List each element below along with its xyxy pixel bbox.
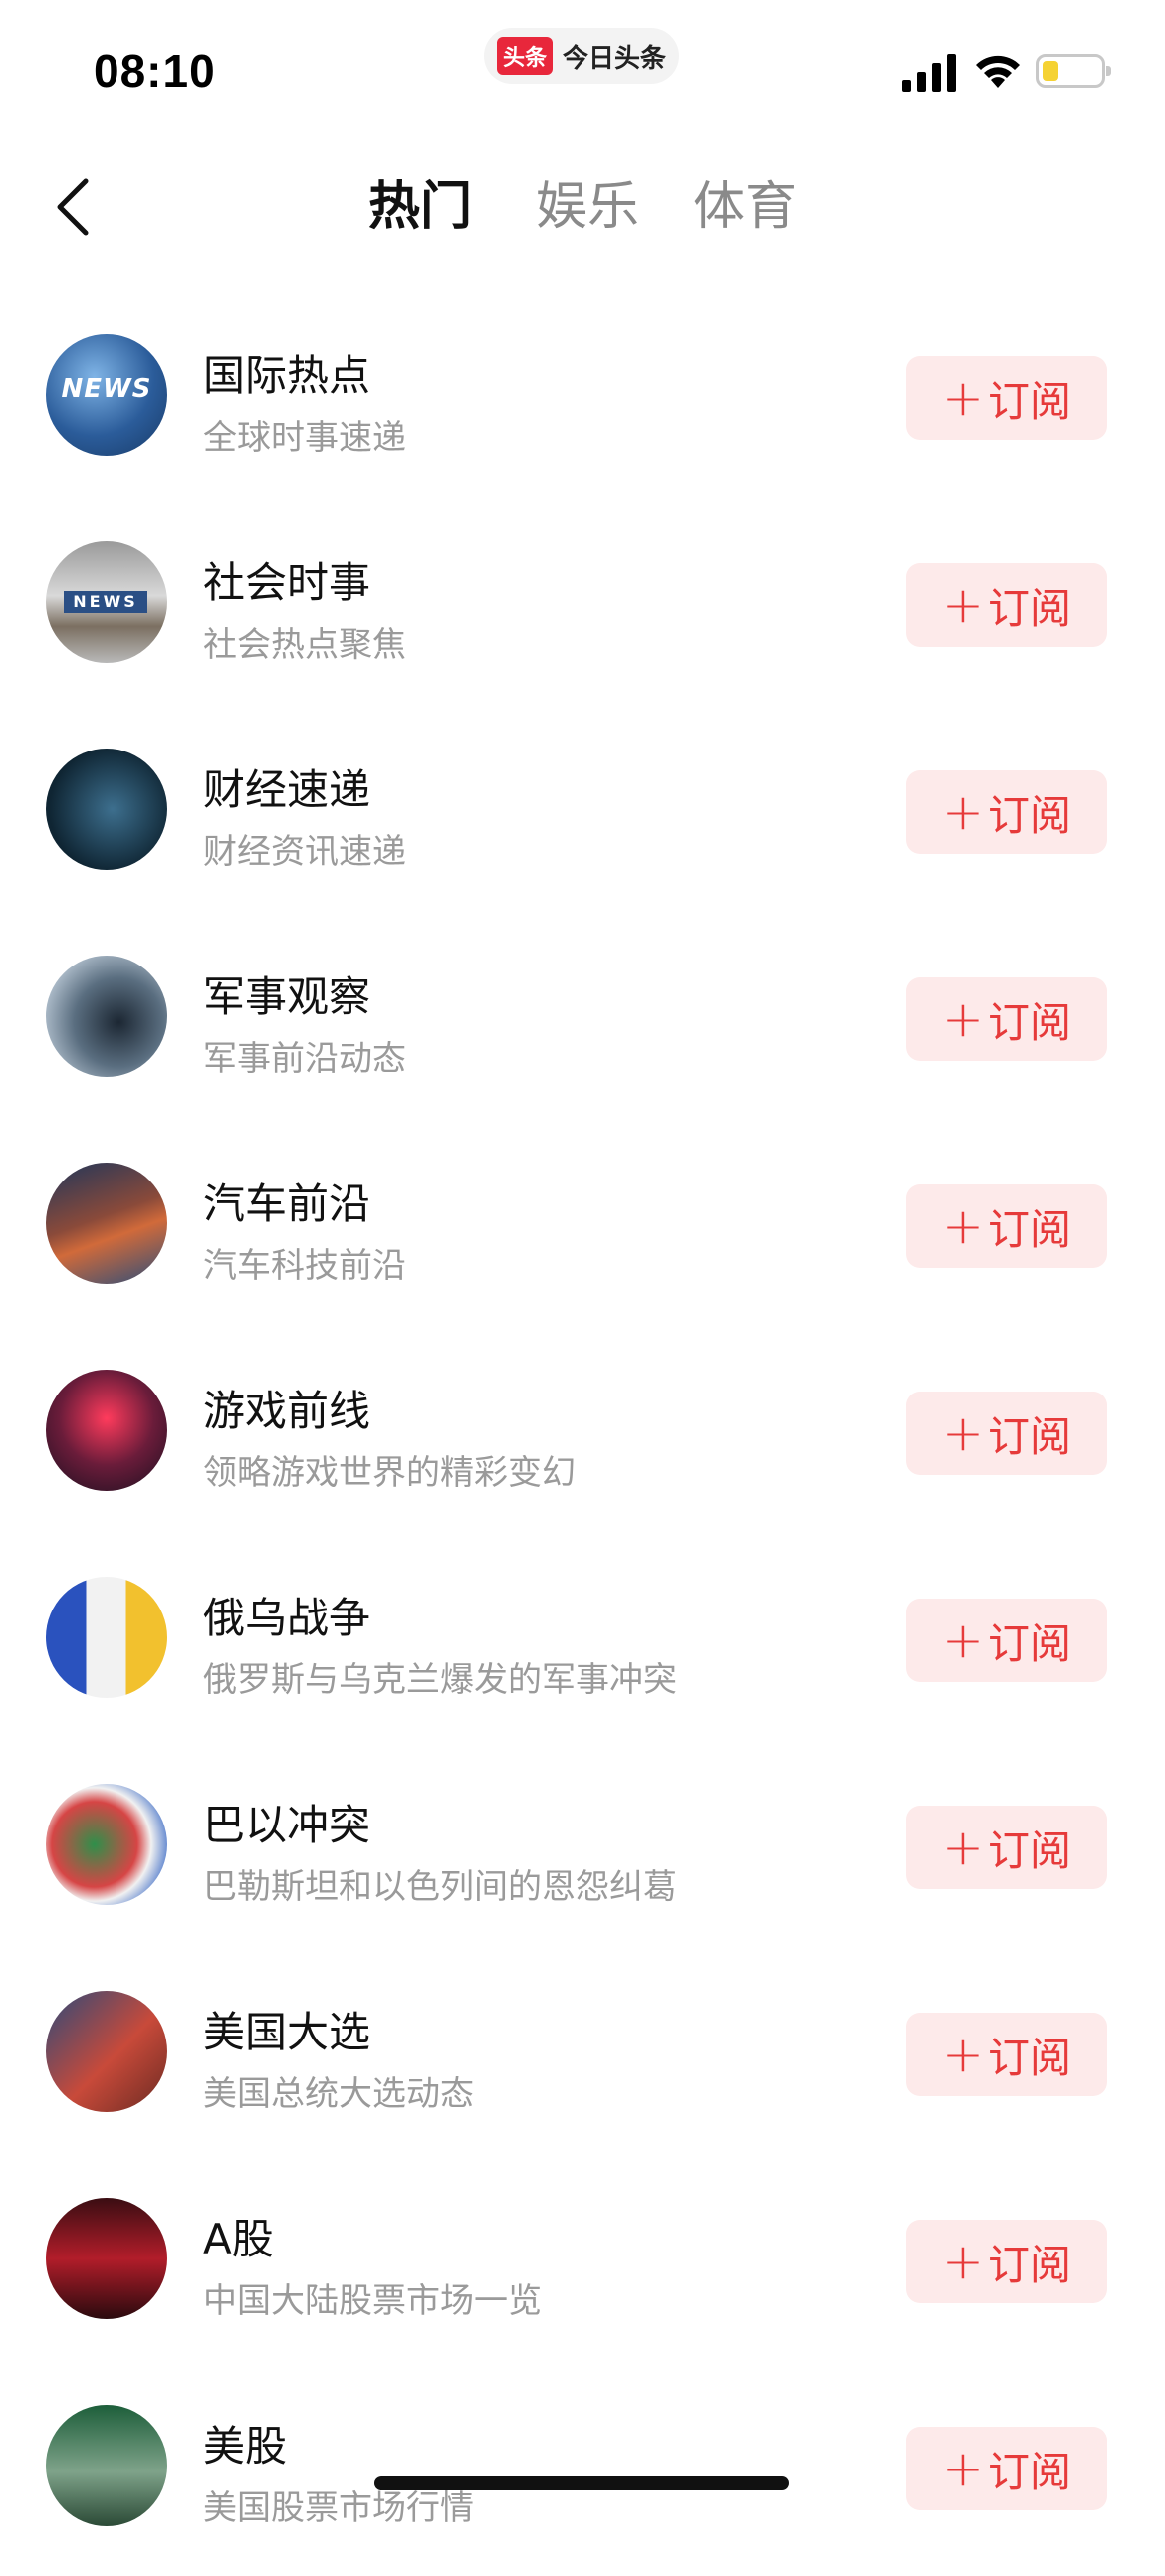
app-logo: 头条 <box>496 37 553 75</box>
plus-icon: + <box>942 369 984 427</box>
plus-icon: + <box>942 990 984 1048</box>
subscribe-label: 订阅 <box>987 583 1071 633</box>
subscribe-button[interactable]: + 订阅 <box>906 356 1107 440</box>
subscribe-button[interactable]: + 订阅 <box>906 1599 1107 1682</box>
app-indicator-pill[interactable]: 头条 今日头条 <box>484 28 679 84</box>
list-item[interactable]: A股 中国大陆股票市场一览 + 订阅 <box>0 2162 1165 2369</box>
plus-icon: + <box>942 1404 984 1462</box>
tab-sports[interactable]: 体育 <box>693 169 797 245</box>
subscribe-button[interactable]: + 订阅 <box>906 2220 1107 2303</box>
list-item[interactable]: 俄乌战争 俄罗斯与乌克兰爆发的军事冲突 + 订阅 <box>0 1541 1165 1748</box>
plus-icon: + <box>942 1819 984 1876</box>
channel-subtitle: 军事前沿动态 <box>203 1039 406 1079</box>
channel-avatar <box>46 1163 167 1284</box>
channel-title: 国际热点 <box>203 351 371 400</box>
channel-title: 社会时事 <box>203 558 371 607</box>
subscribe-button[interactable]: + 订阅 <box>906 2427 1107 2510</box>
channel-title: 财经速递 <box>203 765 371 814</box>
avatar-text: NEWS <box>61 374 152 404</box>
list-item[interactable]: 财经速递 财经资讯速递 + 订阅 <box>0 713 1165 920</box>
subscribe-label: 订阅 <box>987 2033 1071 2082</box>
channel-title: 俄乌战争 <box>203 1594 371 1642</box>
channel-avatar <box>46 1991 167 2112</box>
subscribe-label: 订阅 <box>987 1825 1071 1875</box>
plus-icon: + <box>942 2026 984 2083</box>
plus-icon: + <box>942 576 984 634</box>
subscribe-button[interactable]: + 订阅 <box>906 563 1107 647</box>
channel-subtitle: 社会热点聚焦 <box>203 625 406 665</box>
status-bar: 08:10 头条 今日头条 <box>0 0 1165 149</box>
subscribe-button[interactable]: + 订阅 <box>906 1806 1107 1889</box>
subscribe-label: 订阅 <box>987 1411 1071 1461</box>
subscribe-label: 订阅 <box>987 1618 1071 1668</box>
channel-subtitle: 美国总统大选动态 <box>203 2074 474 2114</box>
avatar-text: NEWS <box>64 591 147 613</box>
subscribe-label: 订阅 <box>987 997 1071 1047</box>
plus-icon: + <box>942 2233 984 2290</box>
channel-avatar <box>46 1577 167 1698</box>
subscribe-label: 订阅 <box>987 1204 1071 1254</box>
subscribe-button[interactable]: + 订阅 <box>906 770 1107 854</box>
channel-avatar <box>46 956 167 1077</box>
list-item[interactable]: 美股 美国股票市场行情 + 订阅 <box>0 2369 1165 2576</box>
list-item[interactable]: NEWS 社会时事 社会热点聚焦 + 订阅 <box>0 506 1165 713</box>
app-name: 今日头条 <box>563 43 667 74</box>
subscribe-label: 订阅 <box>987 2447 1071 2496</box>
channel-subtitle: 中国大陆股票市场一览 <box>203 2281 542 2321</box>
plus-icon: + <box>942 783 984 841</box>
plus-icon: + <box>942 1197 984 1255</box>
channel-title: 汽车前沿 <box>203 1180 371 1228</box>
subscribe-label: 订阅 <box>987 2240 1071 2289</box>
channel-title: 美国大选 <box>203 2008 371 2056</box>
channel-title: 游戏前线 <box>203 1387 371 1435</box>
subscribe-button[interactable]: + 订阅 <box>906 2013 1107 2096</box>
subscribe-label: 订阅 <box>987 376 1071 426</box>
channel-avatar: NEWS <box>46 334 167 456</box>
channel-title: 巴以冲突 <box>203 1801 371 1849</box>
wifi-icon <box>976 55 1020 88</box>
list-item[interactable]: 巴以冲突 巴勒斯坦和以色列间的恩怨纠葛 + 订阅 <box>0 1748 1165 1955</box>
tab-hot[interactable]: 热门 <box>368 169 472 245</box>
channel-avatar <box>46 1784 167 1905</box>
list-item[interactable]: 军事观察 军事前沿动态 + 订阅 <box>0 920 1165 1127</box>
channel-title: A股 <box>203 2215 274 2263</box>
channel-subtitle: 领略游戏世界的精彩变幻 <box>203 1453 576 1493</box>
cellular-signal-icon <box>902 54 956 92</box>
channel-avatar <box>46 2405 167 2526</box>
plus-icon: + <box>942 1611 984 1669</box>
tab-entertainment[interactable]: 娱乐 <box>536 169 639 245</box>
battery-level <box>1043 61 1058 81</box>
channel-subtitle: 俄罗斯与乌克兰爆发的军事冲突 <box>203 1660 677 1700</box>
home-indicator[interactable] <box>374 2476 789 2490</box>
battery-icon <box>1036 54 1111 88</box>
channel-avatar <box>46 2198 167 2319</box>
list-item[interactable]: NEWS 国际热点 全球时事速递 + 订阅 <box>0 299 1165 506</box>
status-time: 08:10 <box>94 45 216 97</box>
category-tabs: 热门 娱乐 体育 <box>0 169 1165 249</box>
channel-subtitle: 巴勒斯坦和以色列间的恩怨纠葛 <box>203 1867 677 1907</box>
channel-avatar <box>46 1370 167 1491</box>
channel-avatar: NEWS <box>46 541 167 663</box>
channel-title: 军事观察 <box>203 972 371 1021</box>
list-item[interactable]: 美国大选 美国总统大选动态 + 订阅 <box>0 1955 1165 2162</box>
channel-title: 美股 <box>203 2422 288 2470</box>
subscribe-label: 订阅 <box>987 790 1071 840</box>
plus-icon: + <box>942 2440 984 2497</box>
subscribe-button[interactable]: + 订阅 <box>906 977 1107 1061</box>
list-item[interactable]: 汽车前沿 汽车科技前沿 + 订阅 <box>0 1127 1165 1334</box>
channel-subtitle: 财经资讯速递 <box>203 832 406 872</box>
list-item[interactable]: 游戏前线 领略游戏世界的精彩变幻 + 订阅 <box>0 1334 1165 1541</box>
subscribe-button[interactable]: + 订阅 <box>906 1392 1107 1475</box>
channel-subtitle: 全球时事速递 <box>203 418 406 458</box>
subscribe-button[interactable]: + 订阅 <box>906 1184 1107 1268</box>
channel-subtitle: 汽车科技前沿 <box>203 1246 406 1286</box>
channel-avatar <box>46 749 167 870</box>
